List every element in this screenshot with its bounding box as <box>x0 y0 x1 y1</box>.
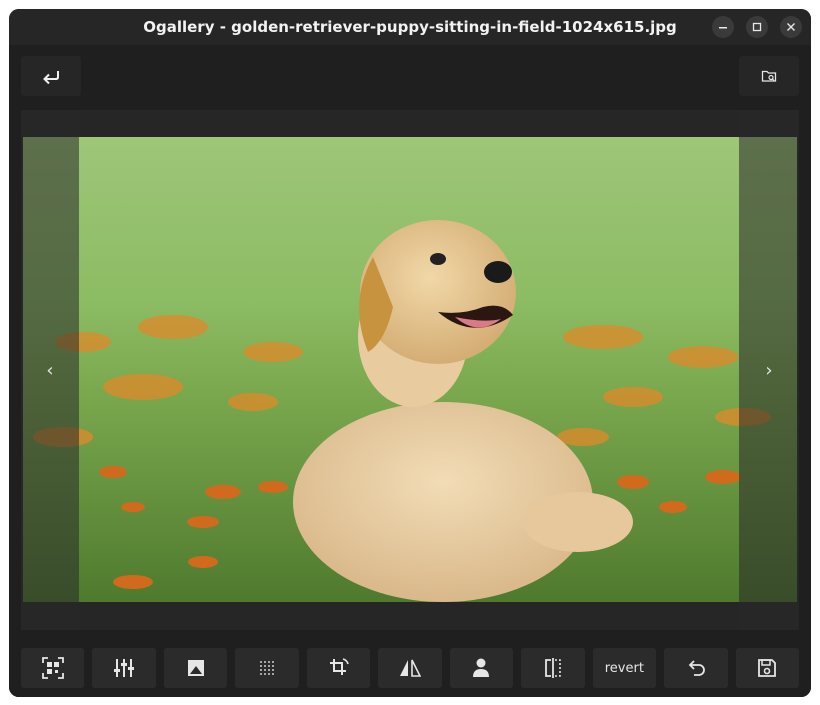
maximize-button[interactable] <box>746 16 768 38</box>
edit-toolbar: revert <box>21 648 799 690</box>
chevron-right-icon: › <box>765 359 773 381</box>
save-icon <box>758 659 777 677</box>
close-button[interactable] <box>780 16 802 38</box>
flip-button[interactable] <box>378 648 442 688</box>
close-icon <box>787 23 795 31</box>
flip-icon <box>399 659 421 677</box>
adjust-sliders-icon <box>114 659 135 677</box>
next-image-button[interactable]: › <box>739 110 799 630</box>
window-title: Ogallery - golden-retriever-puppy-sittin… <box>143 18 677 36</box>
minimize-icon <box>719 27 727 29</box>
qr-code-icon <box>41 657 64 679</box>
compare-button[interactable] <box>521 648 585 688</box>
previous-image-button[interactable]: ‹ <box>21 110 79 630</box>
minimize-button[interactable] <box>712 16 734 38</box>
noise-dots-icon <box>260 661 275 675</box>
revert-label: revert <box>604 660 644 676</box>
photo-image <box>23 137 797 602</box>
crop-rotate-icon <box>329 658 349 675</box>
app-window: Ogallery - golden-retriever-puppy-sittin… <box>9 9 811 697</box>
back-button[interactable] <box>21 56 81 96</box>
folder-search-icon <box>761 70 777 82</box>
save-button[interactable] <box>735 648 799 688</box>
chevron-left-icon: ‹ <box>46 359 54 381</box>
image-viewer: ‹ › <box>21 110 799 630</box>
filter-button[interactable] <box>163 648 228 688</box>
undo-icon <box>688 660 705 676</box>
revert-button[interactable]: revert <box>592 648 657 688</box>
crop-rotate-button[interactable] <box>306 648 371 688</box>
person-icon <box>473 658 490 677</box>
open-folder-button[interactable] <box>739 56 799 96</box>
undo-button[interactable] <box>664 648 728 688</box>
filter-image-icon <box>187 660 204 676</box>
main-area: ‹ › revert <box>9 45 811 697</box>
compare-split-icon <box>544 658 561 678</box>
maximize-icon <box>752 22 762 32</box>
adjustments-button[interactable] <box>92 648 156 688</box>
person-button[interactable] <box>449 648 514 688</box>
return-arrow-icon <box>43 71 59 84</box>
noise-button[interactable] <box>235 648 299 688</box>
qr-code-button[interactable] <box>21 648 85 688</box>
title-bar[interactable]: Ogallery - golden-retriever-puppy-sittin… <box>9 9 811 45</box>
